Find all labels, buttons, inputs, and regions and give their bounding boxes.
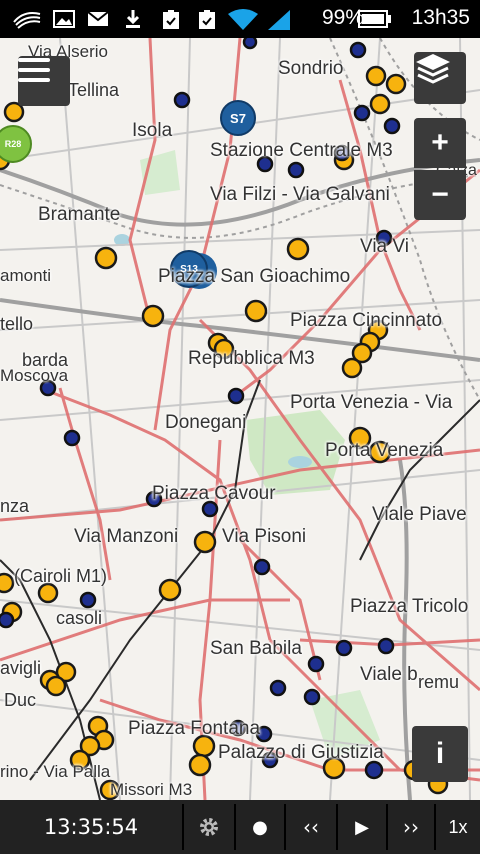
station-label: remu bbox=[418, 672, 460, 692]
station-label: Piazza Fontana bbox=[128, 718, 261, 739]
station-label: tello bbox=[0, 314, 34, 334]
station-label: Piazza San Gioachimo bbox=[158, 266, 351, 287]
playback-bar: 13:35:54 ● ‹‹ ▶ ›› 1x bbox=[0, 800, 480, 854]
station-label: Stazione Centrale M3 bbox=[210, 140, 393, 161]
station-label: Palazzo di Giustizia bbox=[218, 742, 384, 763]
station-label: (Cairoli M1) bbox=[14, 566, 108, 586]
station-label: Moscova bbox=[0, 366, 69, 385]
hamburger-icon bbox=[18, 58, 50, 82]
settings-button[interactable] bbox=[184, 800, 234, 854]
image-icon bbox=[53, 10, 75, 28]
station-label: Duc bbox=[4, 690, 37, 710]
station-label: Porta Venezia bbox=[325, 440, 444, 461]
station-label: Isola bbox=[132, 120, 173, 141]
battery-icon bbox=[358, 10, 391, 28]
station-label: Via Vi bbox=[360, 236, 409, 257]
station-label: Bramante bbox=[38, 204, 121, 225]
station-label: casoli bbox=[56, 608, 103, 628]
layers-icon bbox=[416, 54, 450, 84]
status-bar: 99% 13h35 bbox=[0, 0, 480, 38]
station-label: amonti bbox=[0, 266, 52, 285]
menu-button[interactable] bbox=[18, 56, 70, 106]
station-label: Piazza Tricolo bbox=[350, 596, 469, 617]
forward-button[interactable]: ›› bbox=[388, 800, 434, 854]
play-button[interactable]: ▶ bbox=[338, 800, 386, 854]
station-label: Tellina bbox=[68, 80, 120, 100]
wifi-icon bbox=[228, 9, 258, 30]
map-view[interactable]: S7 S13 R28 Via Alserio Sondrio Tellina Isol… bbox=[0, 38, 480, 800]
cell-signal-icon bbox=[268, 10, 290, 30]
clipboard-check-icon bbox=[163, 10, 179, 29]
station-label: Piazza Cincinnato bbox=[290, 310, 443, 331]
swoosh-icon bbox=[13, 12, 41, 29]
station-label: Viale Piave bbox=[372, 504, 467, 525]
station-label: Via Filzi - Via Galvani bbox=[210, 184, 390, 205]
zoom-out-button[interactable]: − bbox=[414, 170, 466, 220]
station-label: Porta Venezia - Via bbox=[290, 392, 453, 413]
zoom-in-button[interactable]: + bbox=[414, 118, 466, 168]
station-label: Piazza Cavour bbox=[152, 483, 276, 504]
record-button[interactable]: ● bbox=[236, 800, 284, 854]
download-icon bbox=[126, 10, 140, 28]
info-button[interactable]: i bbox=[412, 726, 468, 782]
station-label: nza bbox=[0, 496, 30, 516]
speed-button[interactable]: 1x bbox=[436, 800, 480, 854]
station-label: rino - Via Palla bbox=[0, 762, 111, 781]
station-label: Sondrio bbox=[278, 58, 344, 79]
station-label: Via Pisoni bbox=[222, 526, 307, 547]
mail-icon bbox=[87, 11, 109, 26]
train-badge-s7[interactable]: S7 bbox=[220, 100, 256, 136]
layers-button[interactable] bbox=[414, 52, 466, 104]
pond bbox=[288, 456, 312, 468]
station-label: Donegani bbox=[165, 412, 247, 433]
station-label: San Babila bbox=[210, 638, 302, 659]
station-label: Via Manzoni bbox=[74, 526, 179, 547]
clipboard-check-icon bbox=[199, 10, 215, 29]
station-label: Viale b bbox=[360, 664, 418, 685]
station-label: Repubblica M3 bbox=[188, 348, 315, 369]
gear-icon bbox=[200, 818, 218, 836]
station-label: avigli bbox=[0, 658, 42, 678]
rewind-button[interactable]: ‹‹ bbox=[286, 800, 336, 854]
status-time: 13h35 bbox=[411, 6, 470, 29]
playback-clock: 13:35:54 bbox=[43, 815, 139, 839]
station-label: Missori M3 bbox=[110, 780, 193, 799]
